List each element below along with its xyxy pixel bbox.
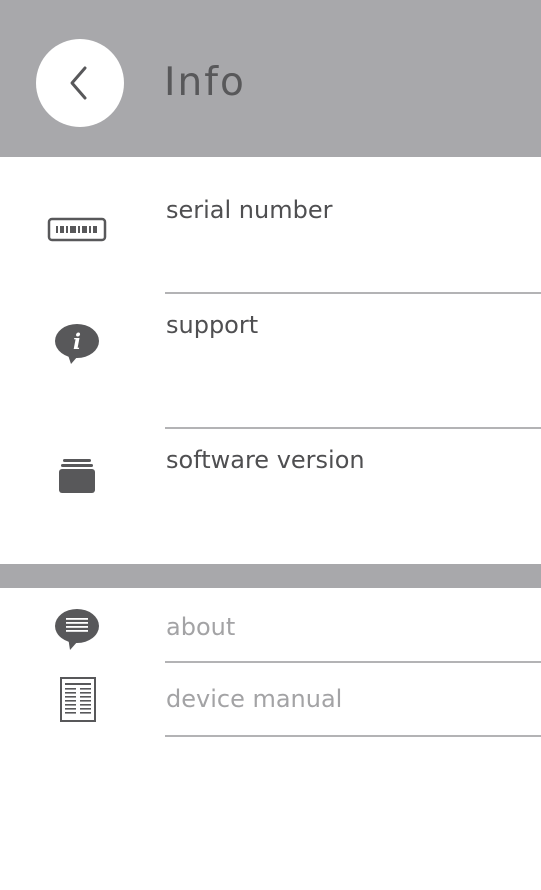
barcode-icon — [47, 217, 107, 242]
chevron-left-icon — [70, 66, 87, 100]
back-button[interactable] — [36, 39, 124, 127]
serial-number-item[interactable]: serial number — [0, 157, 541, 295]
software-version-label: software version — [166, 446, 365, 474]
info-bubble-icon: i — [55, 324, 99, 364]
divider — [165, 735, 541, 737]
serial-number-label: serial number — [166, 196, 333, 224]
stack-icon — [59, 459, 95, 493]
device-manual-item[interactable]: device manual — [0, 663, 541, 737]
header-bar: Info — [0, 0, 541, 157]
document-icon — [60, 677, 96, 722]
svg-text:i: i — [73, 329, 81, 354]
chat-lines-icon — [55, 609, 99, 650]
about-label: about — [166, 613, 236, 641]
software-version-item[interactable]: software version — [0, 429, 541, 564]
device-manual-label: device manual — [166, 685, 343, 713]
about-item[interactable]: about — [0, 588, 541, 662]
section-separator — [0, 564, 541, 588]
info-screen: Info serial number i support software ve… — [0, 0, 541, 890]
page-title: Info — [164, 60, 246, 105]
support-label: support — [166, 311, 259, 339]
support-item[interactable]: i support — [0, 294, 541, 428]
